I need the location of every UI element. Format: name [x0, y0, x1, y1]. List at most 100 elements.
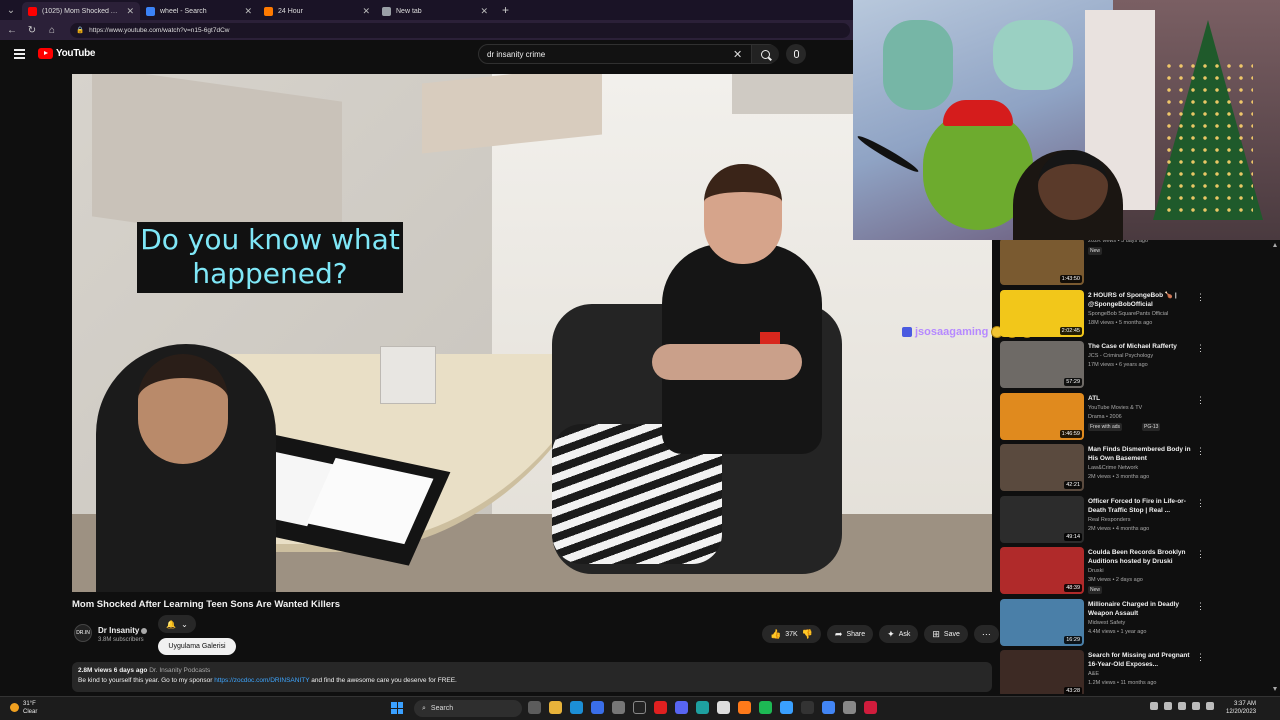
- recommendation-item[interactable]: 1:46:59 ATL YouTube Movies & TV Drama • 200…: [1000, 392, 1270, 441]
- back-arrow-icon[interactable]: ←: [6, 25, 18, 36]
- recommendation-channel[interactable]: SpongeBob SquarePants Official: [1088, 311, 1168, 317]
- channel-name-text[interactable]: Dr Insanity: [98, 626, 139, 635]
- close-tab-icon[interactable]: ✕: [126, 6, 134, 17]
- scroll-up-arrow-icon[interactable]: [1273, 243, 1277, 247]
- more-vert-icon[interactable]: ⋮: [1196, 549, 1205, 560]
- recommendation-item[interactable]: 48:39 Coulda Been Records Brooklyn Auditi…: [1000, 547, 1270, 595]
- more-vert-icon[interactable]: ⋮: [1196, 292, 1205, 303]
- tab-wheel-search[interactable]: wheel - Search ✕: [140, 2, 258, 20]
- taskview-icon[interactable]: [528, 701, 541, 714]
- recommendation-title[interactable]: Search for Missing and Pregnant 16-Year-…: [1088, 651, 1192, 669]
- recommendation-channel[interactable]: JCS - Criminal Psychology: [1088, 353, 1153, 359]
- recommendation-channel[interactable]: Druski: [1088, 568, 1104, 574]
- channel-name[interactable]: Dr Insanity: [98, 626, 148, 635]
- recommendation-item[interactable]: 2:02:45 2 HOURS of SpongeBob 🍗 | @SpongeB…: [1000, 289, 1270, 338]
- battery-icon[interactable]: [1206, 702, 1214, 710]
- recommendation-thumbnail[interactable]: 49:14: [1000, 495, 1084, 543]
- taskbar-search[interactable]: ⌕ Search: [414, 700, 522, 717]
- recommendation-channel[interactable]: Real Responders: [1088, 517, 1131, 523]
- thumbs-down-icon[interactable]: 👎: [802, 629, 813, 640]
- recommendation-thumbnail[interactable]: 16:29: [1000, 598, 1084, 646]
- youtube-logo[interactable]: YouTube: [38, 48, 96, 59]
- recommendation-channel[interactable]: Midwest Safety: [1088, 620, 1125, 626]
- recommendation-item[interactable]: 57:29 The Case of Michael Rafferty JCS - C…: [1000, 341, 1270, 389]
- red-app-icon[interactable]: [864, 701, 877, 714]
- browser-icon[interactable]: [696, 701, 709, 714]
- channel-avatar[interactable]: DR.IN: [74, 624, 92, 642]
- recommendation-title[interactable]: Coulda Been Records Brooklyn Auditions h…: [1088, 548, 1192, 566]
- address-bar[interactable]: 🔒 https://www.youtube.com/watch?v=n15-6g…: [70, 22, 850, 38]
- close-tab-icon[interactable]: ✕: [480, 6, 488, 17]
- new-tab-plus-icon[interactable]: +: [494, 3, 517, 17]
- subscribed-bell-button[interactable]: 🔔 ⌄: [158, 615, 196, 633]
- recommendation-channel[interactable]: YouTube Movies & TV: [1088, 405, 1142, 411]
- more-vert-icon[interactable]: ⋮: [1196, 601, 1205, 612]
- sponsor-link[interactable]: https://zocdoc.com/DRINSANITY: [214, 677, 309, 684]
- tray-chevron-icon[interactable]: [1150, 702, 1158, 710]
- tab-new-tab[interactable]: New tab ✕: [376, 2, 494, 20]
- search-box[interactable]: dr insanity crime ✕: [478, 44, 779, 64]
- file-explorer-icon[interactable]: [549, 701, 562, 714]
- capcut-icon[interactable]: [717, 701, 730, 714]
- more-vert-icon[interactable]: ⋮: [1196, 446, 1205, 457]
- wifi-icon[interactable]: [1178, 702, 1186, 710]
- store-icon[interactable]: [591, 701, 604, 714]
- recommendation-thumbnail[interactable]: 1:43:50: [1000, 240, 1084, 285]
- firefox-icon[interactable]: [738, 701, 751, 714]
- clear-search-icon[interactable]: ✕: [733, 48, 742, 61]
- scroll-down-arrow-icon[interactable]: [1273, 687, 1277, 691]
- recommendation-title[interactable]: Man Finds Dismembered Body in His Own Ba…: [1088, 445, 1192, 463]
- recommendation-title[interactable]: The Case of Michael Rafferty: [1088, 342, 1192, 351]
- recommendation-title[interactable]: Officer Forced to Fire in Life-or-Death …: [1088, 497, 1192, 515]
- settings-icon[interactable]: [612, 701, 625, 714]
- recommendation-item[interactable]: 43:28 Search for Missing and Pregnant 16-…: [1000, 650, 1270, 694]
- voice-search-button[interactable]: [786, 44, 806, 64]
- recommendation-channel[interactable]: A&E: [1088, 671, 1099, 677]
- volume-icon[interactable]: [1192, 702, 1200, 710]
- like-count[interactable]: 37K: [785, 631, 797, 638]
- join-button[interactable]: Uygulama Galerisi: [158, 638, 236, 655]
- recommendation-thumbnail[interactable]: 48:39: [1000, 547, 1084, 594]
- recommendation-item[interactable]: 1:43:50 202K views • 3 days ago New: [1000, 240, 1270, 286]
- save-button[interactable]: ⊞ Save: [924, 625, 968, 643]
- thumbs-up-icon[interactable]: 👍: [770, 629, 781, 640]
- spotify-icon[interactable]: [759, 701, 772, 714]
- more-vert-icon[interactable]: ⋮: [1196, 343, 1205, 354]
- search-button[interactable]: [751, 45, 779, 63]
- recommendation-thumbnail[interactable]: 1:46:59: [1000, 392, 1084, 440]
- reload-icon[interactable]: ↻: [26, 25, 38, 36]
- tab-24-hour[interactable]: 24 Hour ✕: [258, 2, 376, 20]
- recommendation-item[interactable]: 42:21 Man Finds Dismembered Body in His O…: [1000, 444, 1270, 492]
- share-button[interactable]: ➦ Share: [826, 625, 874, 643]
- tab-actions-chevron-icon[interactable]: ⌄: [0, 0, 22, 20]
- more-vert-icon[interactable]: ⋮: [1196, 652, 1205, 663]
- search-input[interactable]: dr insanity crime: [487, 50, 545, 59]
- tray-app-icon[interactable]: [1164, 702, 1172, 710]
- taskbar-clock[interactable]: 3:37 AM 12/20/2023: [1226, 700, 1256, 716]
- discord-icon[interactable]: [675, 701, 688, 714]
- close-tab-icon[interactable]: ✕: [362, 6, 370, 17]
- recommendation-thumbnail[interactable]: 2:02:45: [1000, 289, 1084, 337]
- sidebar-scrollbar[interactable]: [1272, 242, 1278, 692]
- recommendation-title[interactable]: ATL: [1088, 394, 1192, 403]
- terminal-icon[interactable]: [801, 701, 814, 714]
- recommendation-thumbnail[interactable]: 43:28: [1000, 650, 1084, 694]
- notepad-icon[interactable]: [780, 701, 793, 714]
- recommendation-title[interactable]: 2 HOURS of SpongeBob 🍗 | @SpongeBobOffic…: [1088, 291, 1192, 309]
- ask-button[interactable]: ✦ Ask: [879, 625, 919, 643]
- windows-start-icon[interactable]: [391, 702, 403, 714]
- recommendation-item[interactable]: 16:29 Millionaire Charged in Deadly Weapo…: [1000, 598, 1270, 647]
- recommendation-thumbnail[interactable]: 57:29: [1000, 341, 1084, 388]
- tab-youtube[interactable]: (1025) Mom Shocked After Learni ✕: [22, 2, 140, 20]
- menu-hamburger-icon[interactable]: [14, 49, 25, 59]
- recommendation-title[interactable]: Millionaire Charged in Deadly Weapon Ass…: [1088, 600, 1192, 618]
- chrome-icon[interactable]: [822, 701, 835, 714]
- edge-icon[interactable]: [570, 701, 583, 714]
- description-box[interactable]: 2.8M views 6 days ago Dr. Insanity Podca…: [72, 662, 992, 692]
- more-vert-icon[interactable]: ⋮: [1196, 498, 1205, 509]
- more-actions-button[interactable]: ⋯: [973, 625, 999, 643]
- recommendation-item[interactable]: 49:14 Officer Forced to Fire in Life-or-D…: [1000, 495, 1270, 544]
- misc-app-icon[interactable]: [843, 701, 856, 714]
- weather-widget[interactable]: 31°F Clear: [10, 700, 37, 716]
- close-tab-icon[interactable]: ✕: [244, 6, 252, 17]
